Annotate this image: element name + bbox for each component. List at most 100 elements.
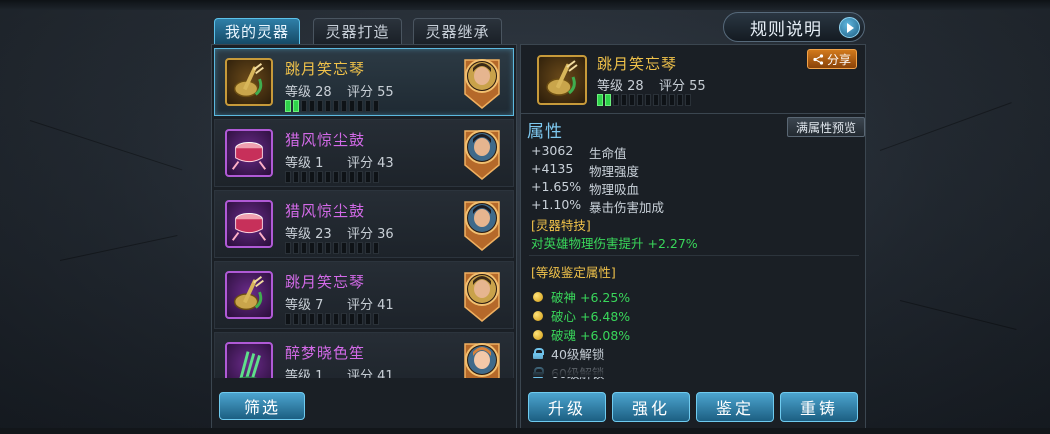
artifact-progress-bars <box>285 242 379 254</box>
filter-button[interactable]: 筛选 <box>219 392 305 420</box>
artifact-list-item[interactable]: 跳月笑忘琴 等级 28 评分 55 <box>214 48 514 116</box>
artifact-name: 猎风惊尘鼓 <box>285 202 366 220</box>
sheng-icon <box>225 342 273 378</box>
artifact-progress-bars <box>285 100 379 112</box>
artifact-list-item[interactable]: 醉梦晓色笙等级 1 评分 41 <box>214 332 514 378</box>
progress-segment <box>325 171 331 183</box>
progress-segment <box>293 100 299 112</box>
attribute-row: +3062 生命值 <box>531 143 627 162</box>
artifact-name: 跳月笑忘琴 <box>285 273 366 291</box>
gold-dot-icon <box>533 329 543 340</box>
progress-segment <box>301 171 307 183</box>
full-attribute-preview-button[interactable]: 满属性预览 <box>787 117 865 137</box>
progress-segment <box>301 242 307 254</box>
upgrade-button[interactable]: 升级 <box>528 392 606 422</box>
progress-segment <box>341 171 347 183</box>
progress-segment <box>317 242 323 254</box>
attribute-value: +1.10% <box>531 197 582 212</box>
progress-segment <box>317 171 323 183</box>
detail-level: 等级 28 <box>597 79 644 94</box>
gold-dot-icon <box>533 310 543 321</box>
detail-progress-segment <box>653 94 659 106</box>
progress-segment <box>309 100 315 112</box>
detail-progress-segment <box>669 94 675 106</box>
detail-progress-segment <box>613 94 619 106</box>
detail-artifact-name: 跳月笑忘琴 <box>597 55 678 73</box>
share-label: 分享 <box>826 52 851 67</box>
bonus-text: 破神 +6.25% <box>551 290 631 305</box>
artifact-score: 评分 43 <box>347 156 394 171</box>
section-divider <box>529 255 859 256</box>
progress-segment <box>373 313 379 325</box>
artifact-detail-panel: 跳月笑忘琴 等级 28 评分 55 分享 属性 满属性预览 +3062 生命值 +4… <box>520 44 866 434</box>
artifact-level: 等级 1 <box>285 369 324 378</box>
detail-progress-segment <box>637 94 643 106</box>
stone-crack <box>879 102 1012 151</box>
progress-segment <box>349 100 355 112</box>
bonus-row: 破魂 +6.08% <box>533 325 630 344</box>
rules-button[interactable]: 规则说明 <box>723 12 865 42</box>
progress-segment <box>317 100 323 112</box>
hero-maiden-portrait <box>461 338 503 378</box>
attribute-row: +1.10% 暴击伤害加成 <box>531 197 664 216</box>
bonus-text: 破魂 +6.08% <box>551 328 631 343</box>
tab-my-spirit-artifacts[interactable]: 我的灵器 <box>214 18 300 44</box>
artifact-level: 等级 7 <box>285 298 324 313</box>
artifact-list-item[interactable]: 猎风惊尘鼓等级 1 评分 43 <box>214 119 514 187</box>
progress-segment <box>357 242 363 254</box>
tab-artifact-inheritance[interactable]: 灵器继承 <box>413 18 502 44</box>
artifact-name: 猎风惊尘鼓 <box>285 131 366 149</box>
detail-progress-segment <box>661 94 667 106</box>
progress-segment <box>333 171 339 183</box>
progress-segment <box>341 100 347 112</box>
progress-segment <box>309 171 315 183</box>
progress-segment <box>301 313 307 325</box>
appraise-button[interactable]: 鉴定 <box>696 392 774 422</box>
progress-segment <box>365 313 371 325</box>
artifact-score: 评分 41 <box>347 369 394 378</box>
hero-swordsman-portrait <box>461 125 503 181</box>
progress-segment <box>349 313 355 325</box>
hero-warrior-portrait <box>461 267 503 323</box>
top-frame <box>0 0 1050 10</box>
artifact-list-item[interactable]: 跳月笑忘琴等级 7 评分 41 <box>214 261 514 329</box>
artifact-list-item[interactable]: 猎风惊尘鼓 等级 23 评分 36 <box>214 190 514 258</box>
scroll-fade <box>521 355 865 377</box>
detail-progress-segment <box>685 94 691 106</box>
progress-segment <box>309 242 315 254</box>
gold-dot-icon <box>533 291 543 302</box>
artifact-list-panel: 跳月笑忘琴 等级 28 评分 55 猎风惊尘鼓 等级 1 评分 43 猎风惊尘鼓 等级 23 评… <box>211 44 517 434</box>
enhance-button[interactable]: 强化 <box>612 392 690 422</box>
level-appraisal-tag: [等级鉴定属性] <box>531 265 616 280</box>
progress-segment <box>365 100 371 112</box>
tab-artifact-forging[interactable]: 灵器打造 <box>313 18 402 44</box>
artifact-name: 醉梦晓色笙 <box>285 344 366 362</box>
drum-icon <box>225 129 273 177</box>
progress-segment <box>349 242 355 254</box>
qin-icon <box>537 55 587 105</box>
detail-progress-segment <box>645 94 651 106</box>
artifact-list[interactable]: 跳月笑忘琴 等级 28 评分 55 猎风惊尘鼓 等级 1 评分 43 猎风惊尘鼓 等级 23 评… <box>212 45 516 378</box>
attribute-name: 物理吸血 <box>589 182 640 197</box>
bonus-row: 破心 +6.48% <box>533 306 630 325</box>
progress-segment <box>325 100 331 112</box>
progress-segment <box>325 313 331 325</box>
detail-progress-segment <box>621 94 627 106</box>
detail-score: 评分 55 <box>659 79 706 94</box>
share-button[interactable]: 分享 <box>807 49 857 69</box>
progress-segment <box>293 242 299 254</box>
progress-segment <box>357 313 363 325</box>
attributes-title: 属性 <box>527 122 563 142</box>
progress-segment <box>341 242 347 254</box>
detail-progress-segment <box>597 94 603 106</box>
attribute-value: +4135 <box>531 161 574 176</box>
attribute-name: 生命值 <box>589 146 627 161</box>
bonus-text: 破心 +6.48% <box>551 309 631 324</box>
detail-progress-segment <box>605 94 611 106</box>
bonus-row: 破神 +6.25% <box>533 287 630 306</box>
artifact-level: 等级 1 <box>285 156 324 171</box>
artifact-progress-bars <box>285 171 379 183</box>
artifact-score: 评分 41 <box>347 298 394 313</box>
progress-segment <box>285 242 291 254</box>
reforge-button[interactable]: 重铸 <box>780 392 858 422</box>
